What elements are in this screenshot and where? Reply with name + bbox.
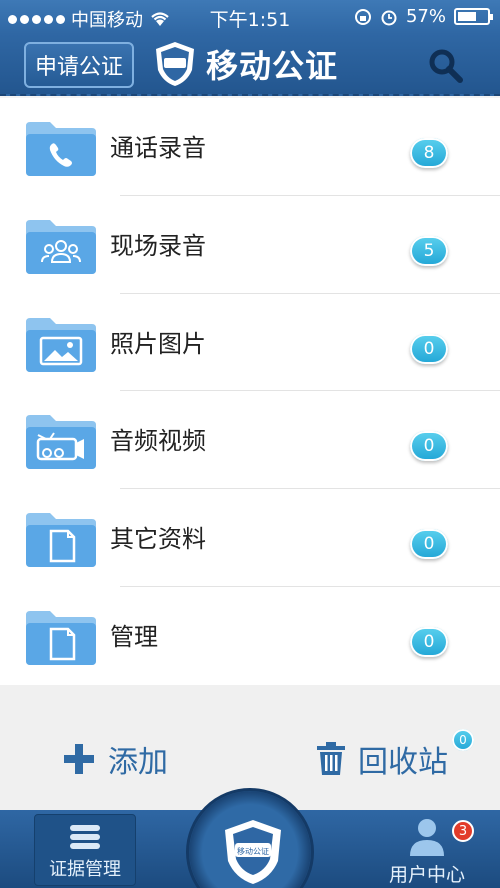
app-header: 申请公证 移动公证	[0, 34, 500, 96]
folder-row-call-recordings[interactable]: 通话录音 8	[0, 98, 500, 196]
tab-user-center[interactable]: 用户中心 3	[372, 814, 482, 888]
tab-user-label: 用户中心	[388, 864, 465, 886]
folder-label: 照片图片	[110, 329, 206, 358]
picture-folder-icon	[26, 317, 96, 372]
document-folder-icon	[26, 610, 96, 665]
logo-shield-icon	[156, 42, 194, 86]
count-badge: 0	[410, 529, 448, 560]
apply-notarization-button[interactable]: 申请公证	[24, 42, 134, 88]
tab-evidence-management[interactable]: 证据管理	[34, 814, 136, 886]
folder-label: 通话录音	[110, 134, 206, 162]
menu-icon	[70, 825, 100, 849]
status-bar: 中国移动 下午1:51 57%	[0, 0, 500, 34]
folder-row-live-recordings[interactable]: 现场录音 5	[0, 196, 500, 294]
tab-bar: 证据管理 移动公证 用户中心 3	[0, 788, 500, 888]
folder-label: 音频视频	[110, 427, 206, 456]
count-badge: 5	[410, 235, 448, 266]
count-badge: 0	[410, 626, 448, 657]
folder-label: 现场录音	[110, 231, 206, 260]
count-badge: 0	[410, 431, 448, 462]
document-folder-icon	[26, 513, 96, 568]
battery-percent: 57%	[405, 6, 446, 27]
battery-icon	[454, 8, 493, 25]
recycle-label: 回收站	[358, 745, 448, 780]
folder-row-audio-video[interactable]: 音频视频 0	[0, 391, 500, 490]
recycle-bin-button[interactable]: 回收站	[316, 737, 448, 781]
folder-label: 管理	[110, 622, 158, 651]
user-icon	[410, 819, 444, 856]
plus-icon	[64, 744, 94, 774]
phone-folder-icon	[26, 122, 96, 176]
count-badge: 0	[410, 333, 448, 364]
folder-row-management[interactable]: 管理 0	[0, 587, 500, 685]
logo-shield-icon: 移动公证	[225, 820, 281, 884]
folder-row-photos[interactable]: 照片图片 0	[0, 294, 500, 392]
people-folder-icon	[26, 219, 96, 274]
search-icon[interactable]	[428, 48, 464, 84]
status-right: 57%	[354, 6, 493, 27]
add-button[interactable]: 添加	[62, 737, 168, 781]
folder-row-other-documents[interactable]: 其它资料 0	[0, 489, 500, 587]
add-label: 添加	[108, 745, 168, 780]
tab-evidence-label: 证据管理	[49, 859, 121, 880]
logo-text: 移动公证	[237, 846, 269, 856]
brand: 移动公证	[152, 40, 338, 88]
count-badge: 8	[410, 138, 448, 168]
alarm-icon	[381, 10, 397, 25]
notification-badge: 3	[452, 820, 474, 842]
recycle-count-badge: 0	[452, 729, 474, 751]
rotation-lock-icon	[354, 8, 371, 25]
evidence-folder-list: 通话录音 8 现场录音 5 照片图片 0 音频视频 0 其它资料 0 管理 0	[0, 98, 500, 685]
video-folder-icon	[26, 415, 96, 470]
folder-label: 其它资料	[110, 525, 206, 554]
trash-icon	[317, 742, 345, 775]
app-title: 移动公证	[206, 47, 339, 85]
